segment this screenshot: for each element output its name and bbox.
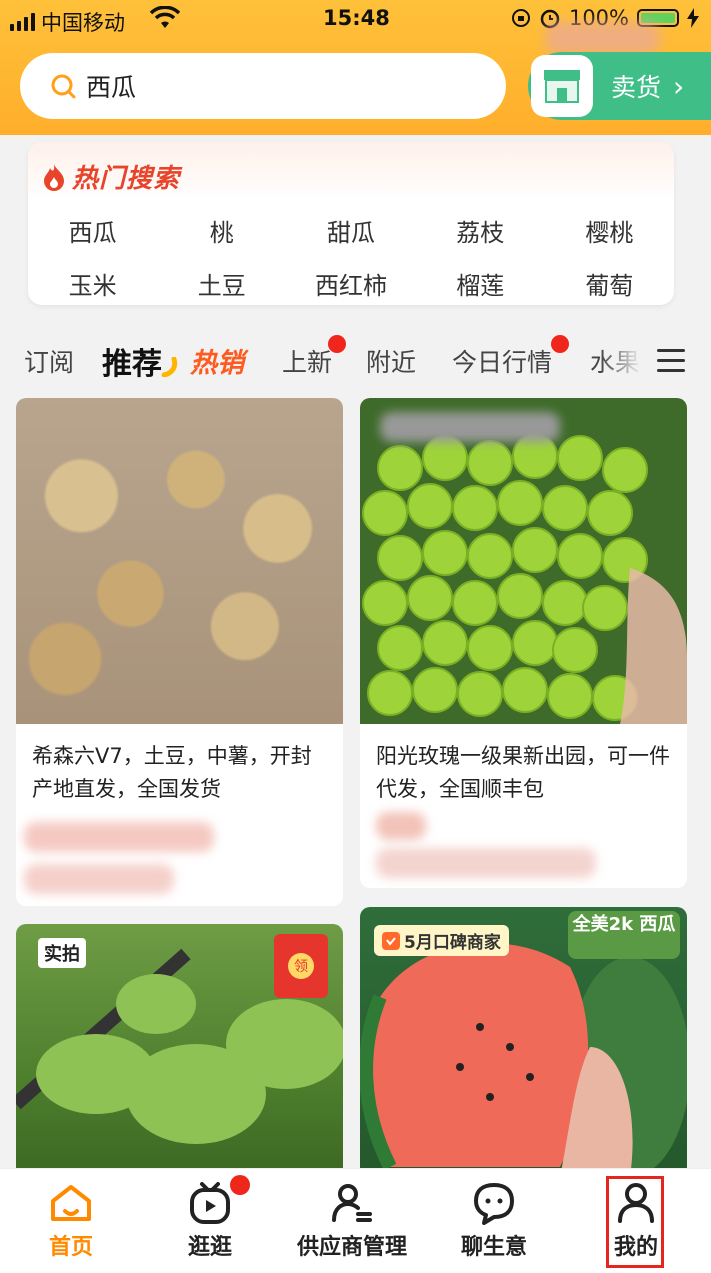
nav-home[interactable]: 首页 xyxy=(0,1181,142,1261)
tab-hot-sale[interactable]: 热销 xyxy=(190,341,244,380)
product-title: 阳光玫瑰一级果新出园，可一件代发，全国顺丰包 xyxy=(376,744,670,801)
hot-search-grid: 西瓜 桃 甜瓜 荔枝 樱桃 玉米 土豆 西红柿 榴莲 葡萄 xyxy=(28,204,674,305)
hot-search-item[interactable]: 西红柿 xyxy=(286,266,415,301)
tv-play-icon xyxy=(190,1182,230,1224)
supplier-person-icon xyxy=(332,1184,372,1222)
nav-label: 首页 xyxy=(48,1235,93,1260)
coupon-icon[interactable]: 领 xyxy=(274,934,328,998)
sell-label: 卖货 xyxy=(611,73,662,102)
coupon-label: 领 xyxy=(288,953,314,979)
signal-icon xyxy=(10,13,35,31)
tab-indicator-icon xyxy=(161,357,178,377)
nav-label: 聊生意 xyxy=(460,1235,527,1260)
hot-search-item[interactable]: 甜瓜 xyxy=(286,213,415,248)
hot-search-item[interactable]: 桃 xyxy=(157,213,286,248)
nav-browse[interactable]: 逛逛 xyxy=(139,1181,281,1261)
highlight-box xyxy=(606,1176,664,1268)
search-icon xyxy=(51,74,76,99)
tab-market[interactable]: 今日行情 xyxy=(452,343,552,379)
status-time: 15:48 xyxy=(323,6,390,30)
notification-badge xyxy=(230,1175,250,1195)
flame-icon xyxy=(44,163,64,191)
new-badge xyxy=(328,335,346,353)
product-image xyxy=(16,398,343,724)
tab-recommend[interactable]: 推荐 xyxy=(102,339,162,383)
badge-label: 5月口碑商家 xyxy=(404,933,501,953)
chat-bubble-icon xyxy=(474,1183,514,1225)
new-badge xyxy=(551,335,569,353)
shop-icon xyxy=(531,55,593,117)
product-card[interactable]: 希森六V7，土豆，中薯，开封产地直发，全国发货 xyxy=(16,398,343,906)
tab-new[interactable]: 上新 xyxy=(282,343,332,379)
search-input[interactable]: 西瓜 xyxy=(86,68,136,104)
reputation-badge: 5月口碑商家 xyxy=(374,925,509,956)
chevron-right-icon: › xyxy=(673,69,685,103)
photo-badge: 实拍 xyxy=(38,938,86,968)
nav-supplier[interactable]: 供应商管理 xyxy=(281,1181,423,1261)
search-bar[interactable]: 西瓜 xyxy=(20,53,506,119)
nav-label: 供应商管理 xyxy=(296,1235,407,1260)
product-image xyxy=(360,398,687,724)
hot-search-item[interactable]: 西瓜 xyxy=(28,213,157,248)
wifi-icon xyxy=(150,6,180,28)
hot-search-item[interactable]: 玉米 xyxy=(28,266,157,301)
hot-search-item[interactable]: 荔枝 xyxy=(416,213,545,248)
home-icon xyxy=(51,1185,91,1221)
hot-search-item[interactable]: 樱桃 xyxy=(545,213,674,248)
product-card[interactable]: 实拍 领 xyxy=(16,924,343,1184)
hot-search-row: 玉米 土豆 西红柿 榴莲 葡萄 xyxy=(28,257,674,305)
bottom-nav: 首页 逛逛 供应商管理 聊生意 我的 xyxy=(0,1168,711,1273)
tab-nearby[interactable]: 附近 xyxy=(366,343,416,379)
charging-icon xyxy=(687,8,699,28)
blurred-overlay xyxy=(545,22,660,54)
hot-search-item[interactable]: 榴莲 xyxy=(416,266,545,301)
rotation-lock-icon xyxy=(511,9,530,27)
nav-chat[interactable]: 聊生意 xyxy=(423,1181,565,1261)
product-card[interactable]: 阳光玫瑰一级果新出园，可一件代发，全国顺丰包 xyxy=(360,398,687,888)
hot-search-item[interactable]: 土豆 xyxy=(157,266,286,301)
hot-search-item[interactable]: 葡萄 xyxy=(545,266,674,301)
product-card[interactable]: 5月口碑商家 全美2k 西瓜 xyxy=(360,907,687,1177)
heart-badge-icon xyxy=(382,931,400,950)
hot-search-card: 热门搜索 西瓜 桃 甜瓜 荔枝 樱桃 玉米 土豆 西红柿 榴莲 葡萄 xyxy=(28,142,674,305)
carrier-label: 中国移动 xyxy=(41,11,125,35)
hot-search-row: 西瓜 桃 甜瓜 荔枝 樱桃 xyxy=(28,204,674,257)
nav-label: 逛逛 xyxy=(187,1235,232,1260)
tab-subscribe[interactable]: 订阅 xyxy=(24,343,74,379)
product-title: 希森六V7，土豆，中薯，开封产地直发，全国发货 xyxy=(32,744,312,801)
sell-button[interactable]: 卖货 › xyxy=(528,52,711,120)
melon-overlay-label: 全美2k 西瓜 xyxy=(568,911,680,959)
hot-search-title: 热门搜索 xyxy=(72,164,181,194)
menu-icon[interactable] xyxy=(657,349,685,372)
